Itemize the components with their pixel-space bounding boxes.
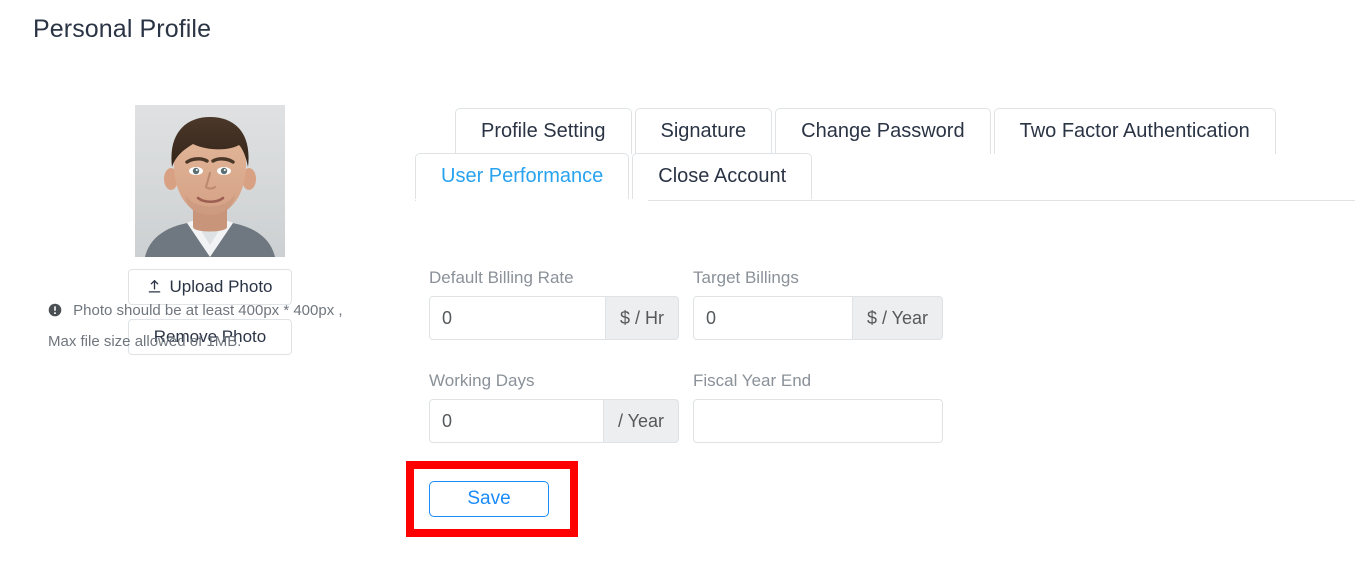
field-fiscal-year-end: Fiscal Year End: [693, 371, 943, 443]
form-row-2: Working Days / Year Fiscal Year End: [429, 371, 943, 443]
photo-requirements-note: Photo should be at least 400px * 400px ,…: [48, 295, 378, 357]
target-billings-label: Target Billings: [693, 268, 799, 287]
settings-tabs: Profile Setting Signature Change Passwor…: [415, 108, 1355, 202]
save-button[interactable]: Save: [429, 481, 549, 517]
form-row-1: Default Billing Rate $ / Hr Target Billi…: [429, 268, 943, 340]
fiscal-year-end-input[interactable]: [693, 399, 943, 443]
tab-signature[interactable]: Signature: [634, 108, 773, 154]
field-working-days: Working Days / Year: [429, 371, 679, 443]
fiscal-year-end-input-group: [693, 399, 943, 443]
tabs-row-top: Profile Setting Signature Change Passwor…: [415, 108, 1337, 154]
field-target-billings: Target Billings $ / Year: [693, 268, 943, 340]
avatar: [135, 105, 285, 257]
tab-change-password[interactable]: Change Password: [775, 108, 991, 154]
tab-two-factor-authentication[interactable]: Two Factor Authentication: [993, 108, 1276, 154]
tab-close-account[interactable]: Close Account: [632, 153, 813, 199]
default-billing-rate-label: Default Billing Rate: [429, 268, 574, 287]
target-billings-unit: $ / Year: [852, 296, 943, 340]
default-billing-rate-unit: $ / Hr: [605, 296, 679, 340]
photo-note-text-1: Photo should be at least 400px * 400px ,: [73, 302, 343, 319]
target-billings-input-group: $ / Year: [693, 296, 943, 340]
fiscal-year-end-label: Fiscal Year End: [693, 371, 812, 390]
working-days-label: Working Days: [429, 371, 535, 390]
default-billing-rate-input-group: $ / Hr: [429, 296, 679, 340]
target-billings-input[interactable]: [693, 296, 853, 340]
tab-profile-setting[interactable]: Profile Setting: [455, 108, 632, 154]
info-circle-icon: [48, 303, 62, 317]
tabs-row-bottom: User Performance Close Account: [415, 153, 1337, 199]
working-days-unit: / Year: [603, 399, 679, 443]
default-billing-rate-input[interactable]: [429, 296, 606, 340]
working-days-input[interactable]: [429, 399, 604, 443]
active-tab-connector: [416, 200, 648, 202]
photo-note-line-2: Max file size allowed of 1MB.: [48, 333, 242, 350]
avatar-image: [135, 105, 285, 257]
field-default-billing-rate: Default Billing Rate $ / Hr: [429, 268, 679, 340]
page-title: Personal Profile: [33, 15, 212, 43]
upload-icon: [149, 280, 161, 293]
photo-note-line-1: Photo should be at least 400px * 400px ,: [48, 295, 378, 326]
personal-profile-page: Personal Profile Upload Photo Remove Pho…: [0, 0, 1355, 572]
tab-user-performance[interactable]: User Performance: [415, 153, 630, 199]
working-days-input-group: / Year: [429, 399, 679, 443]
user-performance-form: Default Billing Rate $ / Hr Target Billi…: [429, 268, 943, 443]
